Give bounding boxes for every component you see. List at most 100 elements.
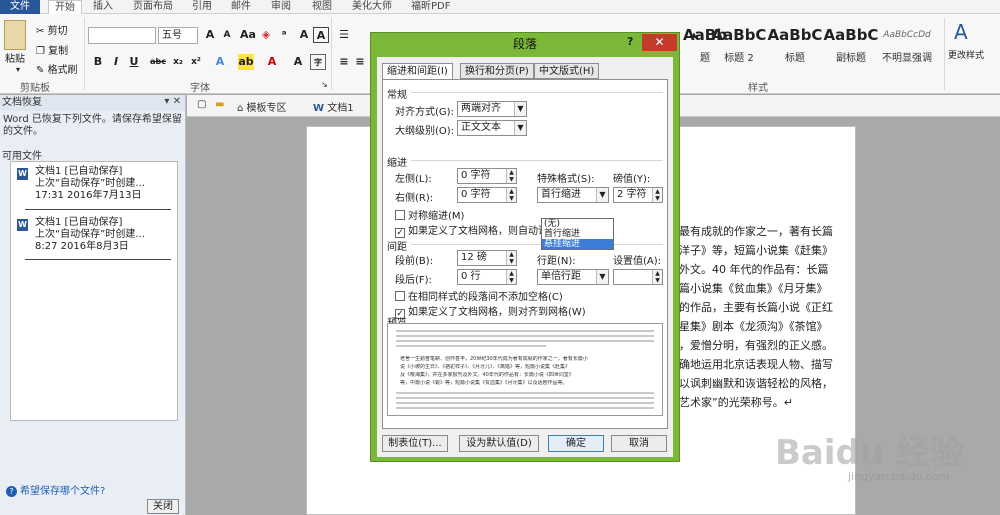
file-time: 17:31 2016年7月13日 bbox=[35, 190, 142, 201]
line-spacing-select[interactable]: 单倍行距 ▼ bbox=[537, 269, 609, 285]
cut-button[interactable]: ✂ 剪切 bbox=[36, 22, 68, 37]
recovered-file-item[interactable]: W 文档1 [已自动保存] 上次“自动保存”时创建... 17:31 2016年… bbox=[17, 166, 171, 202]
pane-close-icon[interactable]: ▾ ✕ bbox=[164, 96, 181, 107]
at-label: 设置值(A): bbox=[613, 256, 662, 267]
new-doc-icon[interactable]: ▢ bbox=[197, 99, 206, 110]
space-after-stepper[interactable]: 0 行 ▲ ▼ bbox=[457, 269, 517, 285]
doc-line: 洋子》等，短篇小说集《赶集》 bbox=[679, 244, 833, 257]
font-name-input[interactable] bbox=[88, 27, 156, 44]
change-styles-button[interactable]: 更改样式 bbox=[948, 48, 984, 61]
spin-arrows-icon[interactable]: ▲ ▼ bbox=[652, 188, 662, 202]
space-before-stepper[interactable]: 12 磅 ▲ ▼ bbox=[457, 250, 517, 266]
tab-beautify[interactable]: 美化大师 bbox=[352, 0, 392, 14]
tab-mailings[interactable]: 邮件 bbox=[231, 0, 251, 14]
chevron-down-icon: ▼ bbox=[514, 121, 526, 135]
set-as-default-button[interactable]: 设为默认值(D) bbox=[459, 435, 539, 452]
char-shading-icon[interactable]: A bbox=[313, 27, 329, 43]
bullets-icon[interactable]: ☰ bbox=[336, 27, 352, 43]
preview-text-line: 老舍一生勤奋笔耕、创作甚丰，20世纪30年代成为著有成就的作家之一，著有长篇小 bbox=[400, 356, 588, 362]
tab-insert[interactable]: 插入 bbox=[93, 0, 113, 14]
close-button[interactable]: ✕ bbox=[642, 34, 677, 51]
style-heading-2[interactable]: AaBbC 标题 2 bbox=[708, 24, 770, 70]
style-title[interactable]: AaBbC 标题 bbox=[764, 24, 826, 70]
special-format-select[interactable]: 首行缩进 ▼ bbox=[537, 187, 609, 203]
char-shade-icon[interactable]: A bbox=[290, 54, 306, 70]
dropdown-option[interactable]: 首行缩进 bbox=[542, 229, 613, 239]
subscript-button[interactable]: x₂ bbox=[170, 54, 186, 70]
tab-indents-spacing[interactable]: 缩进和间距(I) bbox=[382, 63, 453, 80]
style-subtitle[interactable]: AaBbC 副标题 bbox=[820, 24, 882, 70]
font-dialog-launcher-icon[interactable]: ↘ bbox=[321, 80, 328, 89]
grow-font-icon[interactable]: A bbox=[202, 27, 218, 43]
tab-references[interactable]: 引用 bbox=[192, 0, 212, 14]
cancel-button[interactable]: 取消 bbox=[611, 435, 667, 452]
bold-button[interactable]: B bbox=[90, 54, 106, 70]
spin-arrows-icon[interactable]: ▲ ▼ bbox=[506, 251, 516, 265]
file-time: 8:27 2016年8月3日 bbox=[35, 241, 129, 252]
template-tab[interactable]: ⌂ 模板专区 bbox=[237, 99, 287, 114]
tab-page-layout[interactable]: 页面布局 bbox=[133, 0, 173, 14]
font-size-select[interactable]: 五号 bbox=[158, 27, 198, 44]
spin-arrows-icon[interactable]: ▲ ▼ bbox=[506, 270, 516, 284]
tab-view[interactable]: 视图 bbox=[312, 0, 332, 14]
highlight-icon[interactable]: ab bbox=[238, 54, 254, 70]
folder-icon[interactable]: ▬ bbox=[215, 99, 224, 110]
by-value-stepper[interactable]: 2 字符 ▲ ▼ bbox=[613, 187, 663, 203]
paste-button[interactable]: 粘贴 bbox=[5, 50, 25, 65]
align-center-icon[interactable]: ≡ bbox=[352, 54, 368, 70]
tab-review[interactable]: 审阅 bbox=[271, 0, 291, 14]
superscript-button[interactable]: x² bbox=[188, 54, 204, 70]
which-file-help-link[interactable]: ? 希望保存哪个文件? bbox=[6, 482, 105, 497]
change-case-icon[interactable]: Aa bbox=[240, 27, 256, 43]
file-tab[interactable]: 文件 bbox=[0, 0, 40, 14]
at-stepper[interactable]: ▲ ▼ bbox=[613, 269, 663, 285]
no-space-same-style-checkbox[interactable]: 在相同样式的段落间不添加空格(C) bbox=[395, 288, 563, 303]
document-tab[interactable]: W 文档1 bbox=[313, 99, 354, 114]
mirror-indents-checkbox[interactable]: 对称缩进(M) bbox=[395, 207, 464, 222]
auto-adjust-right-indent-checkbox[interactable]: ✓如果定义了文档网格，则自动调整右缩进(D) bbox=[395, 222, 545, 238]
paste-dropdown-icon[interactable]: ▾ bbox=[16, 65, 20, 74]
font-color-icon[interactable]: A bbox=[264, 54, 280, 70]
strikethrough-button[interactable]: abc bbox=[150, 54, 166, 70]
dropdown-option[interactable]: (无) bbox=[542, 219, 613, 229]
italic-button[interactable]: I bbox=[108, 54, 124, 70]
left-indent-label: 左侧(L): bbox=[395, 174, 432, 185]
copy-button[interactable]: ❐ 复制 bbox=[36, 42, 68, 57]
recovery-close-button[interactable]: 关闭 bbox=[147, 499, 179, 514]
tab-foxit-pdf[interactable]: 福昕PDF bbox=[411, 0, 450, 14]
spin-arrows-icon[interactable]: ▲ ▼ bbox=[652, 270, 662, 284]
doc-line: 外文。40 年代的作品有：长篇 bbox=[679, 263, 829, 276]
char-border-icon[interactable]: A bbox=[296, 27, 312, 43]
recovered-file-item[interactable]: W 文档1 [已自动保存] 上次“自动保存”时创建... 8:27 2016年8… bbox=[17, 217, 171, 253]
document-tab-label: 文档1 bbox=[327, 103, 354, 114]
spin-arrows-icon[interactable]: ▲ ▼ bbox=[506, 169, 516, 183]
special-format-label: 特殊格式(S): bbox=[537, 174, 595, 185]
tabs-button[interactable]: 制表位(T)... bbox=[382, 435, 448, 452]
outline-level-select[interactable]: 正文文本 ▼ bbox=[457, 120, 527, 136]
dropdown-option-highlighted[interactable]: 悬挂缩进 bbox=[542, 239, 613, 249]
clear-format-icon[interactable]: ◈ bbox=[258, 27, 274, 43]
clipboard-icon bbox=[4, 20, 26, 50]
alignment-select[interactable]: 两端对齐 ▼ bbox=[457, 101, 527, 117]
enclose-char-icon[interactable]: 字 bbox=[310, 54, 326, 70]
align-left-icon[interactable]: ≡ bbox=[336, 54, 352, 70]
text-effects-icon[interactable]: A bbox=[212, 54, 228, 70]
doc-line: 确地运用北京话表现人物、描写 bbox=[679, 358, 833, 371]
tab-line-page-breaks[interactable]: 换行和分页(P) bbox=[460, 63, 534, 79]
left-indent-stepper[interactable]: 0 字符 ▲ ▼ bbox=[457, 168, 517, 184]
change-styles-icon[interactable]: A bbox=[954, 20, 968, 44]
ok-button[interactable]: 确定 bbox=[548, 435, 604, 452]
snap-to-grid-checkbox[interactable]: ✓ 如果定义了文档网格，则对齐到网格(W) bbox=[395, 303, 586, 319]
phonetic-guide-icon[interactable]: ᵃ bbox=[276, 27, 292, 43]
help-button[interactable]: ? bbox=[627, 35, 633, 48]
recovery-header: 文档恢复 bbox=[0, 95, 185, 111]
format-painter-button[interactable]: ✎ 格式刷 bbox=[36, 61, 78, 76]
tab-asian-typography[interactable]: 中文版式(H) bbox=[534, 63, 600, 79]
style-subtle-emphasis[interactable]: AaBbCcDd 不明显强调 bbox=[876, 24, 938, 70]
checkmark-icon: ✓ bbox=[395, 228, 405, 238]
tab-home[interactable]: 开始 bbox=[48, 0, 82, 14]
shrink-font-icon[interactable]: A bbox=[219, 27, 235, 43]
right-indent-stepper[interactable]: 0 字符 ▲ ▼ bbox=[457, 187, 517, 203]
underline-button[interactable]: U bbox=[126, 54, 142, 70]
spin-arrows-icon[interactable]: ▲ ▼ bbox=[506, 188, 516, 202]
